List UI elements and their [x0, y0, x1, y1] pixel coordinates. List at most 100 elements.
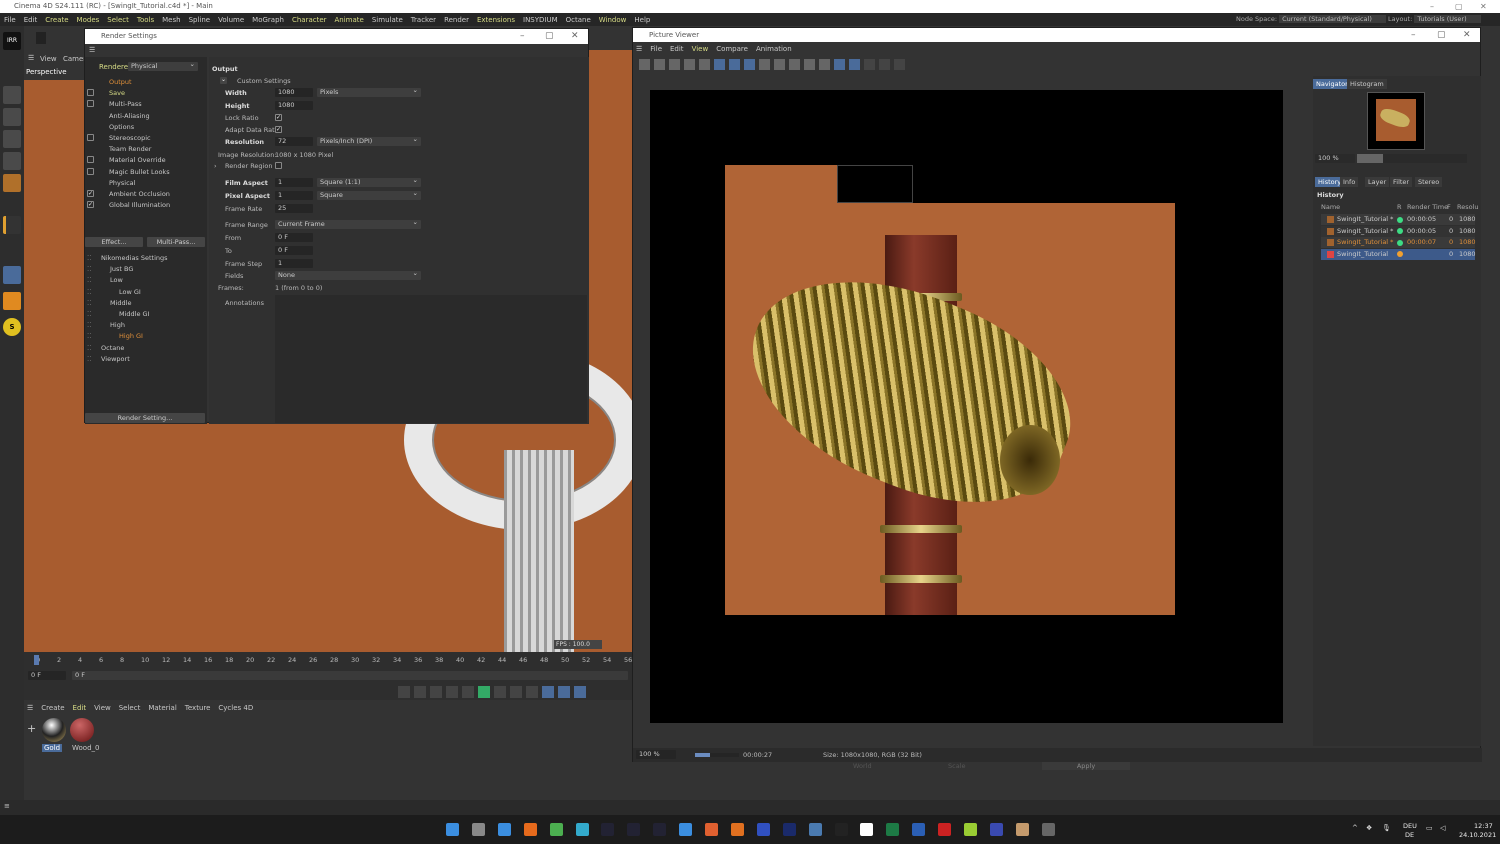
settings-item[interactable]: Multi-Pass [109, 100, 142, 108]
annotations-textarea[interactable] [275, 295, 587, 423]
history-row[interactable]: SwingIt_Tutorial * 00:00:07 0 1080 [1321, 237, 1476, 248]
settings-item[interactable]: Save [109, 89, 125, 97]
menu-render[interactable]: Render [444, 16, 469, 24]
save-tool-icon[interactable] [654, 59, 665, 70]
office-taskbar-icon[interactable] [705, 823, 718, 836]
prev-key-icon[interactable] [430, 686, 442, 698]
volume-icon[interactable]: ◁ [1440, 824, 1445, 832]
preset-drag-handle-icon[interactable]: ⁚⁚ [87, 254, 91, 262]
tray-chevron-icon[interactable]: ^ [1352, 824, 1358, 832]
next-key-icon[interactable] [510, 686, 522, 698]
diff-tool-icon[interactable] [819, 59, 830, 70]
grid-icon[interactable] [3, 266, 21, 284]
preset-drag-handle-icon[interactable]: ⁚⁚ [87, 355, 91, 363]
tracks-icon[interactable] [558, 686, 570, 698]
menu-tracker[interactable]: Tracker [411, 16, 436, 24]
snap-icon[interactable]: S [3, 318, 21, 336]
menu-simulate[interactable]: Simulate [372, 16, 403, 24]
settings-item[interactable]: Magic Bullet Looks [109, 168, 170, 176]
mm-menu-cycles-4d[interactable]: Cycles 4D [218, 704, 253, 712]
keyframe-icon[interactable] [398, 686, 410, 698]
collapse-toggle[interactable]: ⌄ [220, 77, 227, 84]
menu-mesh[interactable]: Mesh [162, 16, 180, 24]
photoshop-taskbar-icon[interactable] [782, 823, 796, 836]
current-frame-field[interactable]: 0 F [28, 671, 66, 680]
preset-item[interactable]: Octane [101, 344, 124, 352]
settings-item[interactable]: Physical [109, 179, 135, 187]
material-swatch[interactable] [70, 718, 94, 742]
cube-icon[interactable] [3, 86, 21, 104]
preset-item[interactable]: High GI [119, 332, 143, 340]
hamburger-icon[interactable]: ☰ [27, 704, 33, 712]
firefox-taskbar-icon[interactable] [523, 823, 537, 836]
add-icon[interactable]: + [27, 722, 36, 735]
split-tool-icon[interactable] [879, 59, 890, 70]
irr-icon[interactable]: IRR [3, 32, 21, 50]
mm-menu-material[interactable]: Material [148, 704, 176, 712]
ab-tool-icon[interactable] [729, 59, 740, 70]
frame-step-field[interactable]: 1 [275, 259, 313, 268]
width-field[interactable]: 1080 [275, 88, 313, 97]
c4d-2-taskbar-icon[interactable] [627, 823, 641, 836]
axis-icon[interactable] [3, 216, 21, 234]
paint-icon[interactable] [3, 292, 21, 310]
menu-tools[interactable]: Tools [137, 16, 154, 24]
compare-tool-icon[interactable] [804, 59, 815, 70]
loop-icon[interactable] [542, 686, 554, 698]
menu-animate[interactable]: Animate [335, 16, 364, 24]
sound-icon[interactable] [574, 686, 586, 698]
minimize-button[interactable]: – [1411, 28, 1416, 42]
col-r[interactable]: R [1397, 202, 1402, 213]
resolution-field[interactable]: 72 [275, 137, 313, 146]
picture-viewer-titlebar[interactable]: Picture Viewer – ▢ ✕ [633, 28, 1480, 42]
history-row[interactable]: SwingIt_Tutorial * 00:00:05 0 1080 [1321, 214, 1476, 225]
tab-histogram[interactable]: Histogram [1347, 79, 1387, 89]
preset-drag-handle-icon[interactable]: ⁚⁚ [87, 276, 91, 284]
navigator-thumbnail[interactable] [1367, 92, 1425, 150]
go-start-icon[interactable] [414, 686, 426, 698]
prev-frame-icon[interactable] [446, 686, 458, 698]
store-taskbar-icon[interactable] [679, 823, 693, 836]
files-taskbar-icon[interactable] [497, 823, 511, 836]
node-space-value[interactable]: Current (Standard/Physical) [1279, 15, 1386, 23]
close-button[interactable]: ✕ [1463, 28, 1471, 42]
clock-time[interactable]: 12:37 [1474, 822, 1493, 830]
history-row[interactable]: SwingIt_Tutorial * 00:00:05 0 1080 [1321, 225, 1476, 237]
clock-date[interactable]: 24.10.2021 [1459, 831, 1496, 839]
close-button[interactable]: ✕ [1480, 0, 1487, 13]
menu-volume[interactable]: Volume [218, 16, 244, 24]
node-space-select[interactable]: Node Space: Current (Standard/Physical) [1236, 15, 1386, 23]
app-taskbar-icon[interactable] [808, 823, 822, 836]
menu-help[interactable]: Help [634, 16, 650, 24]
b-tool-icon[interactable] [849, 59, 860, 70]
settings-taskbar-icon[interactable] [1041, 823, 1055, 836]
enable-checkbox[interactable] [87, 167, 94, 175]
preset-item[interactable]: Viewport [101, 355, 130, 363]
film-aspect-select[interactable]: Square (1:1) [317, 176, 421, 187]
play-back-icon[interactable] [462, 686, 474, 698]
mm-menu-create[interactable]: Create [41, 704, 64, 712]
frame-range-slider[interactable]: 0 F [72, 671, 628, 680]
enable-checkbox[interactable]: ✓ [87, 201, 94, 209]
microphone-icon[interactable]: 🎙 [1382, 824, 1391, 832]
open-tool-icon[interactable] [639, 59, 650, 70]
col-f[interactable]: F [1447, 202, 1451, 213]
shield-taskbar-icon[interactable] [756, 823, 770, 836]
mm-menu-view[interactable]: View [94, 704, 111, 712]
settings-item[interactable]: Options [109, 123, 134, 131]
rotate-icon[interactable] [3, 152, 21, 170]
mm-menu-texture[interactable]: Texture [185, 704, 211, 712]
resolution-unit-select[interactable]: Pixels/Inch (DPI) [317, 135, 421, 146]
network-icon[interactable]: ▭ [1426, 824, 1433, 832]
word-taskbar-icon[interactable] [912, 823, 926, 836]
renderer-select[interactable]: Physical [128, 60, 198, 71]
maximize-button[interactable]: ▢ [545, 29, 554, 44]
enable-checkbox[interactable] [87, 134, 94, 141]
navigator-zoom-field[interactable]: 100 % [1315, 154, 1355, 163]
tab-layer[interactable]: Layer [1365, 177, 1390, 187]
enable-checkbox[interactable] [87, 156, 94, 164]
a-tool-icon[interactable] [834, 59, 845, 70]
brave-taskbar-icon[interactable] [730, 823, 744, 836]
scale-select[interactable]: Scale [948, 762, 966, 770]
menu-insydium[interactable]: INSYDIUM [523, 16, 558, 24]
